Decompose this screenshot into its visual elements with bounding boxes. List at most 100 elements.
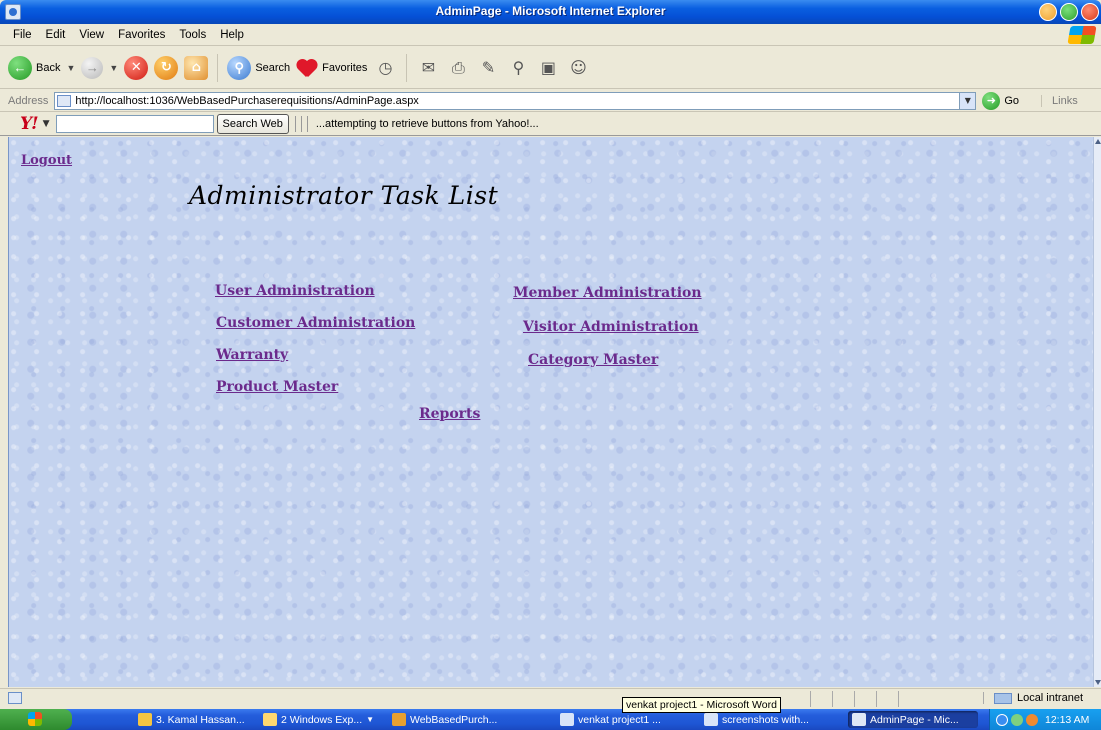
taskbar-item-active[interactable]: AdminPage - Mic... <box>848 711 978 728</box>
back-button[interactable]: ← Back ▼ <box>8 55 76 80</box>
close-button[interactable] <box>1081 3 1099 21</box>
taskbar-item[interactable]: screenshots with... <box>704 711 834 728</box>
chevron-down-icon: ▼ <box>109 62 119 73</box>
address-input[interactable]: http://localhost:1036/WebBasedPurchasere… <box>54 91 977 110</box>
toolbar-divider <box>217 53 219 82</box>
menu-file[interactable]: File <box>6 29 39 41</box>
logout-link[interactable]: Logout <box>21 153 72 168</box>
page-icon <box>57 94 72 107</box>
taskbar-tooltip: venkat project1 - Microsoft Word <box>622 697 781 713</box>
taskbar-item[interactable]: 3. Kamal Hassan... <box>138 711 260 728</box>
security-zone[interactable]: Local intranet <box>982 692 1083 704</box>
yahoo-logo[interactable]: Y! <box>20 114 39 134</box>
menu-help[interactable]: Help <box>213 29 251 41</box>
page-status-icon <box>8 692 22 704</box>
history-icon[interactable]: ◷ <box>373 57 397 79</box>
maximize-button[interactable] <box>1060 3 1078 21</box>
messenger-icon[interactable]: ☺ <box>566 57 590 79</box>
clock: 12:13 AM <box>1045 713 1090 726</box>
member-administration-link[interactable]: Member Administration <box>513 285 702 301</box>
taskbar-item[interactable]: venkat project1 ... <box>560 711 688 728</box>
taskbar-item[interactable]: 2 Windows Exp... ▼ <box>263 711 385 728</box>
taskbar-item-label: 2 Windows Exp... <box>281 713 363 726</box>
research-icon[interactable]: ▣ <box>536 57 560 79</box>
taskbar-item[interactable]: WebBasedPurch... <box>392 711 542 728</box>
toolbar-divider <box>406 53 408 82</box>
network-icon[interactable] <box>996 713 1008 726</box>
zone-label: Local intranet <box>1016 692 1083 704</box>
start-button[interactable] <box>0 709 72 730</box>
tray-app-icon[interactable] <box>1011 713 1023 726</box>
page-content: Logout Administrator Task List User Admi… <box>8 137 1093 687</box>
search-web-button[interactable]: Search Web <box>216 113 289 134</box>
chevron-down-icon: ▼ <box>366 715 375 724</box>
links-button[interactable]: Links <box>1041 94 1078 107</box>
favorites-label: Favorites <box>322 61 368 74</box>
toolbar-dividers <box>294 115 308 132</box>
yahoo-toolbar: Y! ▼ Search Web ...attempting to retriev… <box>0 112 1101 136</box>
window-title: AdminPage - Microsoft Internet Explorer <box>435 4 666 18</box>
minimize-button[interactable] <box>1039 3 1057 21</box>
windows-flag-icon <box>28 712 42 726</box>
address-dropdown-icon[interactable]: ▼ <box>959 92 976 109</box>
scroll-up-icon[interactable] <box>1095 139 1101 144</box>
go-button[interactable]: ➜ Go <box>982 91 1020 110</box>
vertical-scrollbar[interactable] <box>1093 137 1101 687</box>
reports-link[interactable]: Reports <box>419 406 480 422</box>
address-url[interactable]: http://localhost:1036/WebBasedPurchasere… <box>75 95 418 107</box>
category-master-link[interactable]: Category Master <box>528 352 658 368</box>
word-icon <box>704 713 718 726</box>
user-administration-link[interactable]: User Administration <box>215 283 375 299</box>
back-label: Back <box>36 61 61 74</box>
chevron-down-icon[interactable]: ▼ <box>43 119 50 129</box>
messenger-tray-icon[interactable] <box>1026 713 1038 726</box>
search-button[interactable]: ⚲ Search <box>227 55 291 80</box>
yahoo-status-text: ...attempting to retrieve buttons from Y… <box>315 117 539 130</box>
home-icon[interactable]: ⌂ <box>184 55 209 80</box>
search-icon: ⚲ <box>227 55 252 80</box>
browser-window: AdminPage - Microsoft Internet Explorer … <box>0 0 1101 730</box>
refresh-icon[interactable]: ↻ <box>154 55 179 80</box>
ie-icon <box>852 713 866 726</box>
product-master-link[interactable]: Product Master <box>216 379 338 395</box>
print-icon[interactable]: ⎙ <box>446 57 470 79</box>
taskbar: 3. Kamal Hassan... 2 Windows Exp... ▼ We… <box>0 709 1101 730</box>
stop-icon[interactable]: ✕ <box>124 55 149 80</box>
go-arrow-icon: ➜ <box>982 91 1001 110</box>
intranet-icon <box>993 692 1012 704</box>
taskbar-item-label: AdminPage - Mic... <box>870 713 959 726</box>
address-bar: Address http://localhost:1036/WebBasedPu… <box>0 90 1101 112</box>
customer-administration-link[interactable]: Customer Administration <box>216 315 415 331</box>
system-tray: 12:13 AM <box>989 709 1101 730</box>
menu-view[interactable]: View <box>72 29 111 41</box>
taskbar-item-label: screenshots with... <box>722 713 809 726</box>
taskbar-item-label: venkat project1 ... <box>578 713 661 726</box>
menu-favorites[interactable]: Favorites <box>111 29 172 41</box>
edit-word-icon[interactable]: ✎ <box>476 57 500 79</box>
word-icon <box>560 713 574 726</box>
mail-icon[interactable]: ✉ <box>416 57 440 79</box>
windows-logo-icon <box>1067 26 1097 44</box>
forward-button[interactable]: → ▼ <box>81 56 119 79</box>
menu-bar: File Edit View Favorites Tools Help <box>0 24 1101 46</box>
standard-toolbar: ← Back ▼ → ▼ ✕ ↻ ⌂ ⚲ Search Favorites ◷ … <box>0 47 1101 89</box>
go-label: Go <box>1004 94 1020 107</box>
menu-edit[interactable]: Edit <box>39 29 73 41</box>
title-bar[interactable]: AdminPage - Microsoft Internet Explorer <box>0 0 1101 24</box>
visual-studio-icon <box>392 713 406 726</box>
taskbar-item-label: 3. Kamal Hassan... <box>156 713 245 726</box>
taskbar-item-label: WebBasedPurch... <box>410 713 498 726</box>
favorites-button[interactable]: Favorites <box>296 58 367 78</box>
menu-tools[interactable]: Tools <box>172 29 213 41</box>
yahoo-search-input[interactable] <box>55 114 214 133</box>
address-label: Address <box>8 94 49 107</box>
winamp-icon <box>138 713 152 726</box>
visitor-administration-link[interactable]: Visitor Administration <box>523 319 699 335</box>
warranty-link[interactable]: Warranty <box>216 347 288 363</box>
chevron-down-icon: ▼ <box>66 62 76 73</box>
discuss-icon[interactable]: ⚲ <box>506 57 530 79</box>
status-cells <box>810 691 920 707</box>
scroll-down-icon[interactable] <box>1095 680 1101 685</box>
folder-icon <box>263 713 277 726</box>
search-label: Search <box>255 61 291 74</box>
